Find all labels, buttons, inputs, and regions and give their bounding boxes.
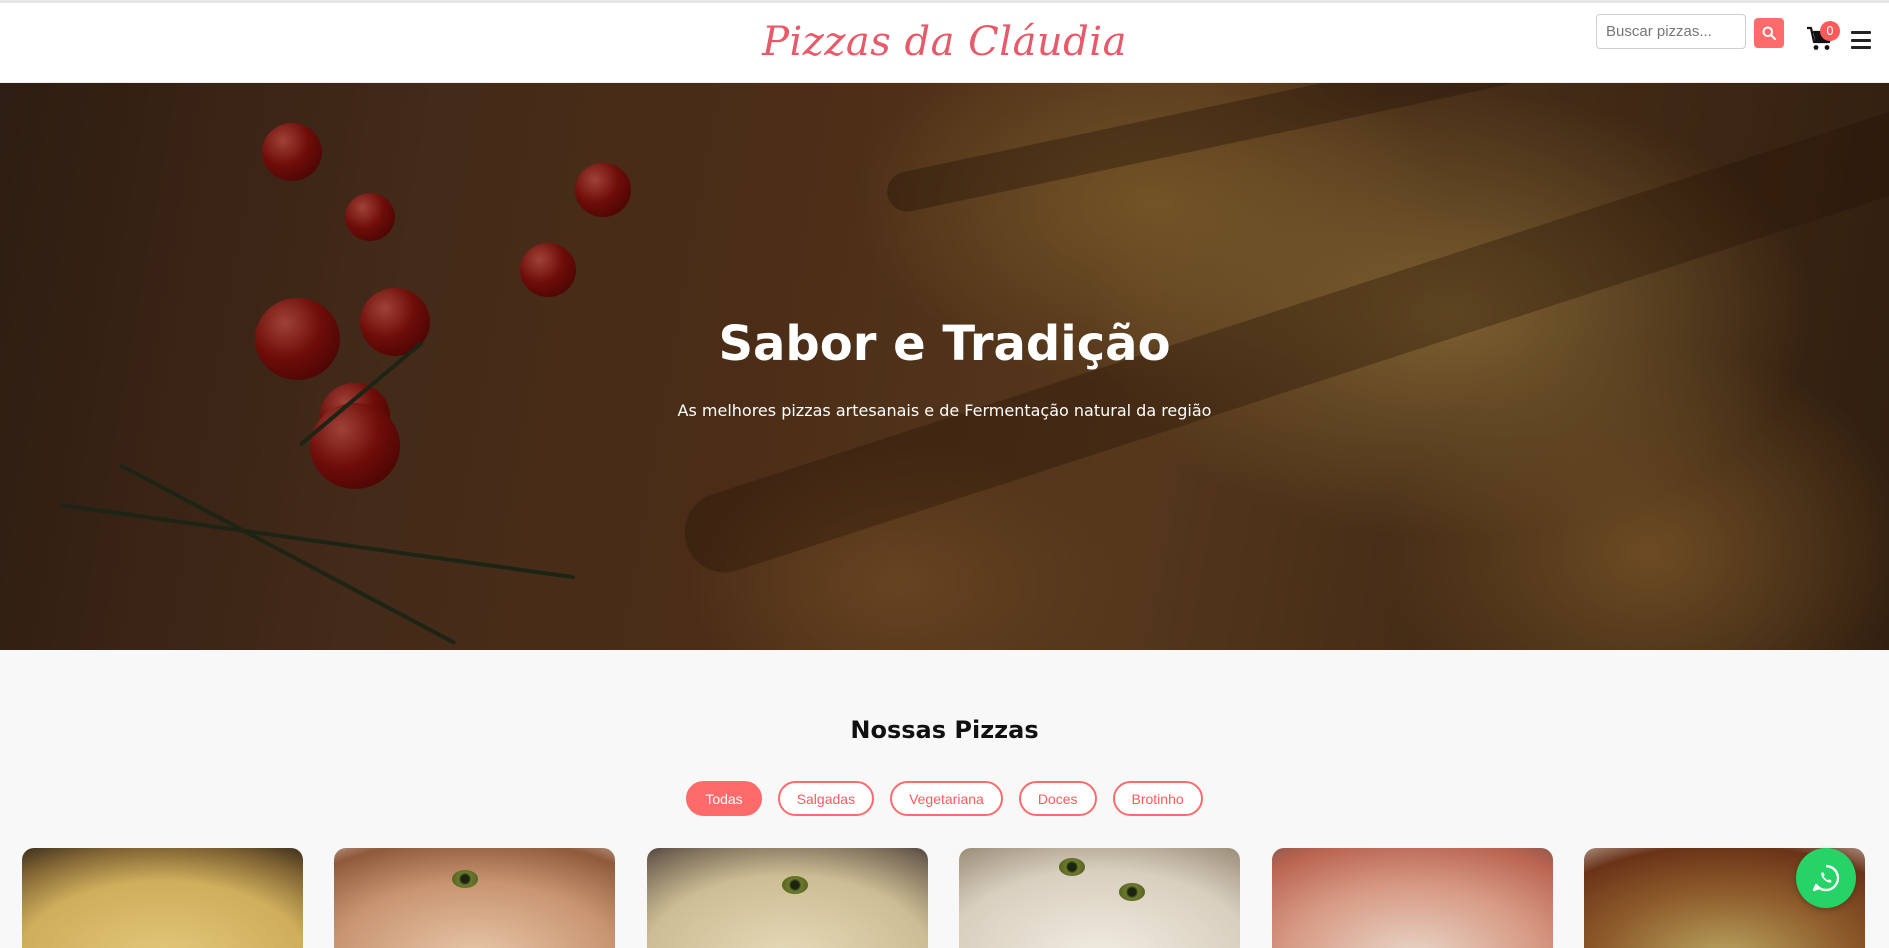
category-filters: Todas Salgadas Vegetariana Doces Brotinh… (0, 781, 1889, 816)
search-input[interactable] (1596, 14, 1746, 49)
pizza-image (959, 848, 1240, 948)
section-title: Nossas Pizzas (850, 716, 1039, 744)
filter-salgadas[interactable]: Salgadas (777, 781, 875, 816)
filter-vegetariana[interactable]: Vegetariana (890, 781, 1003, 816)
hamburger-menu-icon[interactable] (1851, 31, 1871, 49)
cart-count-badge: 0 (1820, 21, 1840, 41)
filter-todas[interactable]: Todas (686, 781, 762, 816)
pizza-card[interactable] (1272, 848, 1553, 948)
whatsapp-icon (1812, 864, 1840, 892)
pizza-image (22, 848, 303, 948)
pizza-image (334, 848, 615, 948)
pizza-card[interactable] (334, 848, 615, 948)
pizza-card[interactable] (959, 848, 1240, 948)
pizza-card[interactable] (22, 848, 303, 948)
pizza-card[interactable] (647, 848, 928, 948)
filter-doces[interactable]: Doces (1018, 781, 1097, 816)
search-icon (1762, 26, 1776, 40)
hero-title: Sabor e Tradição (718, 316, 1171, 372)
hero-subtitle: As melhores pizzas artesanais e de Ferme… (677, 401, 1212, 420)
whatsapp-button[interactable] (1796, 848, 1856, 908)
search-button[interactable] (1754, 18, 1784, 48)
hero-banner: Sabor e Tradição As melhores pizzas arte… (0, 83, 1889, 650)
filter-brotinho[interactable]: Brotinho (1112, 781, 1203, 816)
pizza-grid (22, 848, 1867, 948)
pizza-image (647, 848, 928, 948)
site-header: Pizzas da Cláudia 0 (0, 3, 1889, 83)
pizza-image (1272, 848, 1553, 948)
